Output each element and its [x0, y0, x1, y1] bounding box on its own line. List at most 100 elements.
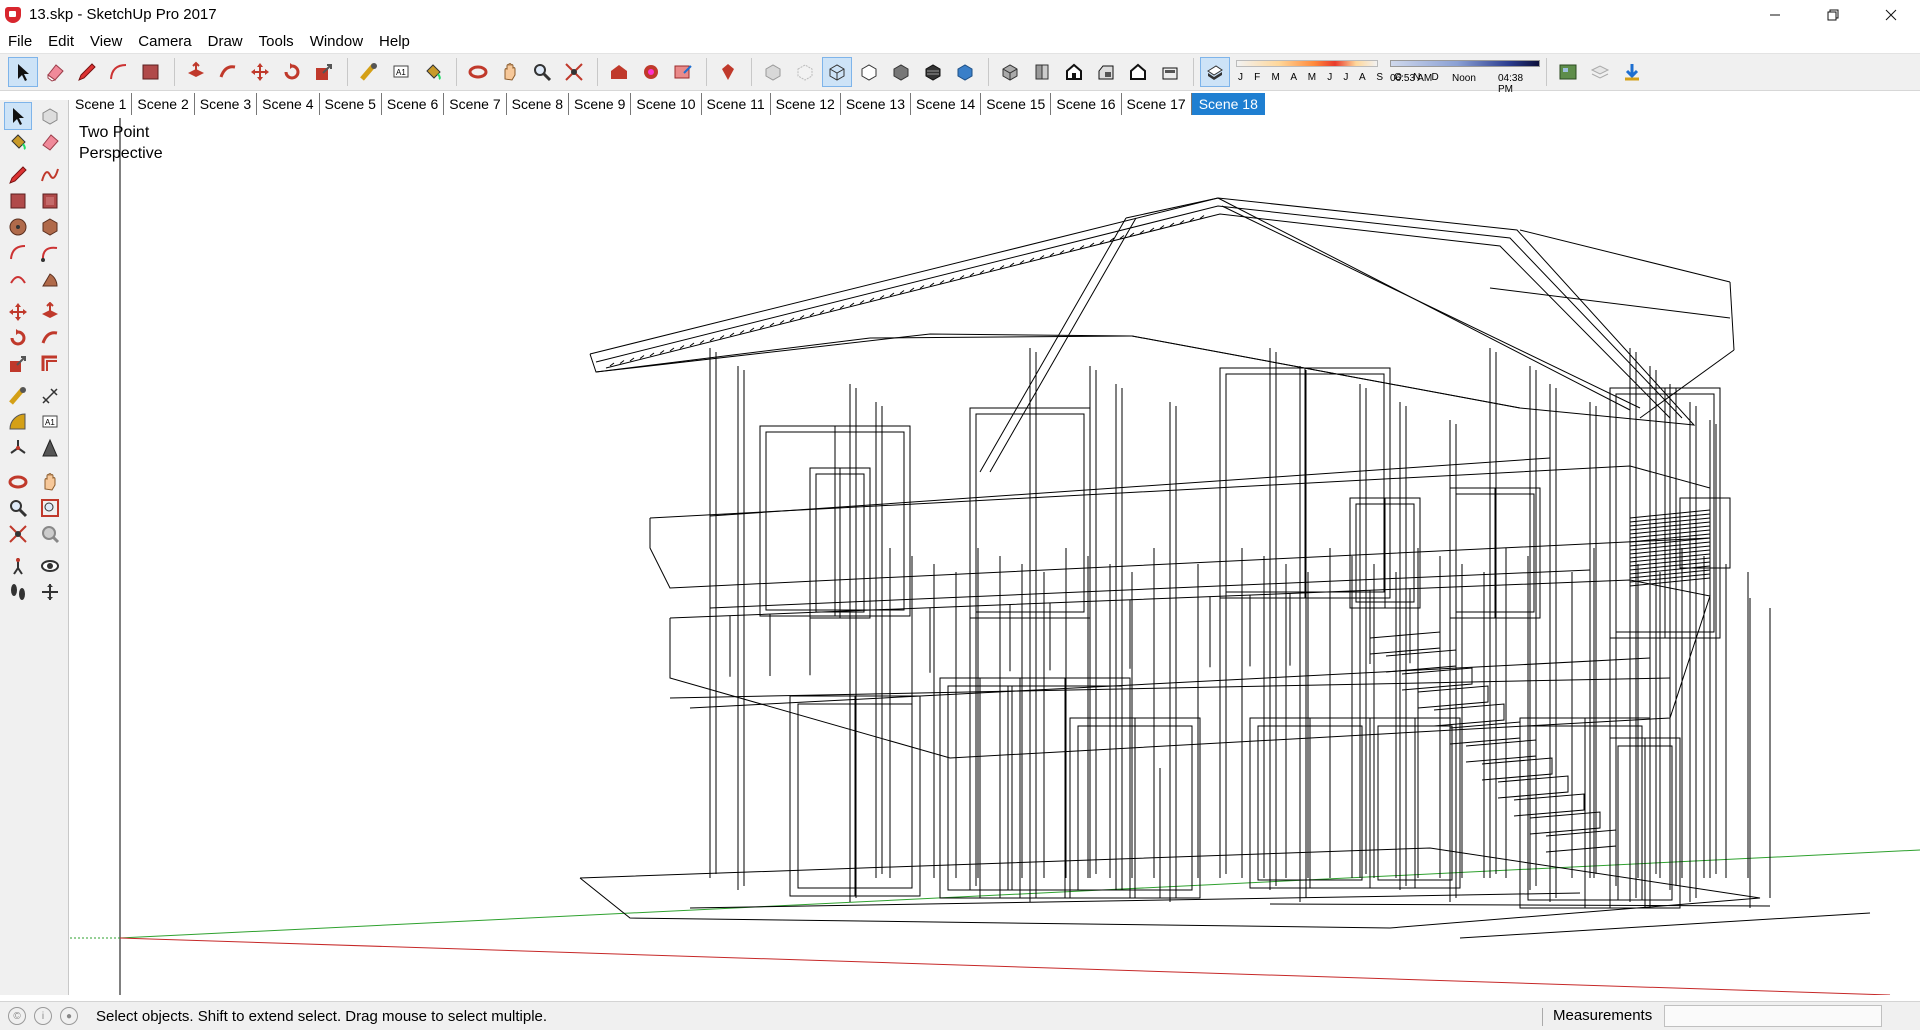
back-edges-button[interactable] — [790, 57, 820, 87]
menu-file[interactable]: File — [0, 33, 40, 50]
tab-scene-13[interactable]: Scene 13 — [841, 93, 912, 115]
tab-scene-7[interactable]: Scene 7 — [444, 93, 507, 115]
back-view-button[interactable] — [1123, 57, 1153, 87]
user-account-icon[interactable]: ● — [60, 1007, 78, 1025]
protractor-tool-button[interactable] — [4, 408, 32, 436]
menu-camera[interactable]: Camera — [130, 33, 199, 50]
look-around-tool-button[interactable] — [36, 552, 64, 580]
move-tool-button[interactable] — [4, 298, 32, 326]
scale-tool-button[interactable] — [309, 57, 339, 87]
push-pull-tool-button[interactable] — [181, 57, 211, 87]
eraser-tool-button[interactable] — [36, 128, 64, 156]
monochrome-button[interactable] — [950, 57, 980, 87]
tab-scene-2[interactable]: Scene 2 — [132, 93, 195, 115]
menu-tools[interactable]: Tools — [251, 33, 302, 50]
tab-scene-9[interactable]: Scene 9 — [569, 93, 632, 115]
rotate-tool-button[interactable] — [4, 324, 32, 352]
pie-tool-button[interactable] — [36, 265, 64, 293]
pencil-line-tool-button[interactable] — [4, 161, 32, 189]
rectangle-tool-button[interactable] — [136, 57, 166, 87]
send-to-layout-button[interactable] — [668, 57, 698, 87]
tape-measure-tool-button[interactable] — [4, 382, 32, 410]
tab-scene-15[interactable]: Scene 15 — [981, 93, 1052, 115]
tab-scene-3[interactable]: Scene 3 — [195, 93, 258, 115]
geo-location-button[interactable] — [1553, 57, 1583, 87]
tab-scene-4[interactable]: Scene 4 — [257, 93, 320, 115]
follow-me-tool-button[interactable] — [36, 324, 64, 352]
two-point-arc-tool-button[interactable] — [36, 239, 64, 267]
tab-scene-1[interactable]: Scene 1 — [70, 93, 133, 115]
shadow-date-slider[interactable]: J F M A M J J A S O N D — [1236, 55, 1439, 89]
section-plane-tool-button[interactable] — [36, 578, 64, 606]
zoom-tool-button[interactable] — [4, 494, 32, 522]
3d-text-tool-button[interactable] — [36, 434, 64, 462]
download-button[interactable] — [1617, 57, 1647, 87]
minimize-button[interactable] — [1746, 0, 1804, 29]
menu-help[interactable]: Help — [371, 33, 418, 50]
rectangle-tool-button[interactable] — [4, 187, 32, 215]
component-tool-button[interactable] — [36, 102, 64, 130]
drawing-area[interactable]: Two Point Perspective — [70, 118, 1920, 995]
tab-scene-14[interactable]: Scene 14 — [911, 93, 982, 115]
select-tool-button[interactable] — [4, 102, 32, 130]
tab-scene-12[interactable]: Scene 12 — [771, 93, 841, 115]
line-tool-button[interactable] — [72, 57, 102, 87]
pan-tool-button[interactable] — [495, 57, 525, 87]
three-point-arc-tool-button[interactable] — [4, 265, 32, 293]
restore-button[interactable] — [1804, 0, 1862, 29]
position-camera-tool-button[interactable] — [4, 552, 32, 580]
tab-scene-17[interactable]: Scene 17 — [1122, 93, 1192, 115]
tab-scene-8[interactable]: Scene 8 — [507, 93, 569, 115]
zoom-extents-tool-button[interactable] — [559, 57, 589, 87]
paint-bucket-tool-button[interactable] — [4, 128, 32, 156]
tab-scene-10[interactable]: Scene 10 — [631, 93, 702, 115]
follow-me-tool-button[interactable] — [213, 57, 243, 87]
move-tool-button[interactable] — [245, 57, 275, 87]
tab-scene-16[interactable]: Scene 16 — [1051, 93, 1122, 115]
right-view-button[interactable] — [1091, 57, 1121, 87]
zoom-extents-tool-button[interactable] — [4, 520, 32, 548]
zoom-window-tool-button[interactable] — [36, 494, 64, 522]
eraser-tool-button[interactable] — [40, 57, 70, 87]
warehouse-button[interactable] — [604, 57, 634, 87]
orbit-tool-button[interactable] — [4, 468, 32, 496]
left-view-button[interactable] — [1155, 57, 1185, 87]
rotated-rectangle-tool-button[interactable] — [36, 187, 64, 215]
wireframe-button[interactable] — [822, 57, 852, 87]
menu-edit[interactable]: Edit — [40, 33, 82, 50]
extension-warehouse-button[interactable] — [636, 57, 666, 87]
tape-measure-tool-button[interactable] — [354, 57, 384, 87]
tab-scene-6[interactable]: Scene 6 — [382, 93, 445, 115]
text-tool-button[interactable]: A1 — [386, 57, 416, 87]
shadows-toggle-button[interactable] — [1200, 57, 1230, 87]
pan-tool-button[interactable] — [36, 468, 64, 496]
rotate-tool-button[interactable] — [277, 57, 307, 87]
zoom-tool-button[interactable] — [527, 57, 557, 87]
walk-tool-button[interactable] — [4, 578, 32, 606]
tab-scene-5[interactable]: Scene 5 — [320, 93, 382, 115]
previous-view-tool-button[interactable] — [36, 520, 64, 548]
shadow-time-slider[interactable]: 06:53 AM Noon 04:38 PM — [1390, 55, 1540, 95]
hidden-line-button[interactable] — [854, 57, 884, 87]
push-pull-tool-button[interactable] — [36, 298, 64, 326]
menu-window[interactable]: Window — [302, 33, 371, 50]
front-view-button[interactable] — [1059, 57, 1089, 87]
close-button[interactable] — [1862, 0, 1920, 29]
arc-tool-button[interactable] — [4, 239, 32, 267]
tab-scene-11[interactable]: Scene 11 — [702, 93, 771, 115]
axes-tool-button[interactable] — [4, 434, 32, 462]
top-view-button[interactable] — [1027, 57, 1057, 87]
geo-status-icon[interactable]: © — [8, 1007, 26, 1025]
iso-view-button[interactable] — [995, 57, 1025, 87]
ruby-console-button[interactable] — [713, 57, 743, 87]
orbit-tool-button[interactable] — [463, 57, 493, 87]
circle-tool-button[interactable] — [4, 213, 32, 241]
shaded-button[interactable] — [886, 57, 916, 87]
tab-scene-18[interactable]: Scene 18 — [1191, 93, 1265, 115]
credits-icon[interactable]: i — [34, 1007, 52, 1025]
polygon-tool-button[interactable] — [36, 213, 64, 241]
menu-draw[interactable]: Draw — [200, 33, 251, 50]
arc-tool-button[interactable] — [104, 57, 134, 87]
paint-bucket-tool-button[interactable] — [418, 57, 448, 87]
measurements-input[interactable] — [1664, 1005, 1882, 1027]
